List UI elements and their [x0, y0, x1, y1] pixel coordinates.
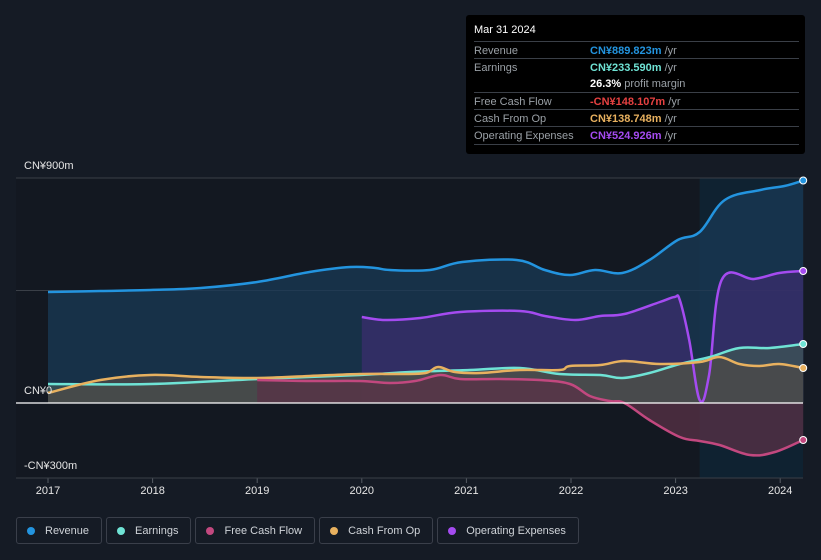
tooltip-label: Free Cash Flow	[474, 96, 552, 108]
end-marker-earnings	[799, 340, 808, 348]
y-tick-label-900m: CN¥900m	[24, 160, 74, 172]
unit-text: /yr	[661, 130, 677, 142]
tooltip-row-revenue: Revenue CN¥889.823m /yr	[474, 41, 799, 59]
cash-from-op-dot-icon	[330, 526, 339, 535]
tooltip-value: -CN¥148.107m /yr	[590, 96, 681, 108]
tooltip-value: CN¥524.926m /yr	[590, 130, 677, 142]
tooltip-date: Mar 31 2024	[474, 24, 536, 36]
tooltip-row-free-cash-flow: Free Cash Flow -CN¥148.107m /yr	[474, 92, 799, 110]
y-tick-label-0: CN¥0	[24, 385, 53, 397]
value-text: 26.3%	[590, 78, 622, 90]
unit-text: /yr	[665, 96, 681, 108]
tooltip-panel: Mar 31 2024 Revenue CN¥889.823m /yr Earn…	[466, 15, 805, 154]
x-tick-label-2022: 2022	[558, 485, 584, 497]
revenue-dot-icon	[27, 526, 35, 535]
end-marker-revenue	[799, 176, 808, 185]
tooltip-row-earnings: Earnings CN¥233.590m /yr	[474, 58, 799, 76]
unit-text: /yr	[661, 113, 677, 125]
value-text: CN¥889.823m	[590, 45, 662, 57]
x-tick-label-2024: 2024	[767, 485, 793, 497]
tooltip-value: CN¥233.590m /yr	[590, 62, 677, 74]
value-text: CN¥233.590m	[590, 62, 662, 74]
x-tick-label-2020: 2020	[349, 485, 375, 497]
tooltip-label: Earnings	[474, 62, 518, 74]
y-tick-label-neg300m: -CN¥300m	[24, 460, 78, 472]
chart-legend: Revenue Earnings Free Cash Flow Cash Fro…	[16, 517, 579, 544]
free-cash-flow-dot-icon	[206, 526, 215, 535]
legend-label: Cash From Op	[348, 524, 421, 537]
end-marker-cash-from-op	[799, 364, 808, 372]
x-tick-label-2023: 2023	[663, 485, 688, 497]
unit-text: /yr	[661, 45, 677, 57]
tooltip-label: Operating Expenses	[474, 130, 574, 142]
legend-item-free-cash-flow[interactable]: Free Cash Flow	[195, 517, 316, 544]
tooltip-row-cash-from-op: Cash From Op CN¥138.748m /yr	[474, 109, 799, 127]
end-marker-free-cash-flow	[799, 436, 808, 444]
legend-label: Operating Expenses	[466, 524, 566, 537]
value-text: -CN¥148.107m	[590, 96, 666, 108]
tooltip-label: Revenue	[474, 45, 519, 57]
value-text: CN¥524.926m	[590, 130, 662, 142]
x-tick-label-2017: 2017	[35, 485, 61, 497]
tooltip-row-profit-margin: 26.3% profit margin	[474, 75, 799, 92]
legend-item-revenue[interactable]: Revenue	[16, 517, 103, 544]
unit-text: /yr	[661, 62, 677, 74]
tooltip-value: 26.3% profit margin	[590, 78, 685, 90]
unit-text: profit margin	[621, 78, 686, 90]
x-tick-marks	[16, 477, 803, 483]
tooltip-value: CN¥138.748m /yr	[590, 113, 677, 125]
x-tick-label-2021: 2021	[454, 485, 479, 497]
legend-label: Revenue	[45, 524, 90, 537]
legend-item-cash-from-op[interactable]: Cash From Op	[319, 517, 434, 544]
legend-item-earnings[interactable]: Earnings	[106, 517, 192, 544]
tooltip-label: Cash From Op	[474, 113, 547, 125]
legend-label: Earnings	[135, 524, 179, 537]
earnings-dot-icon	[117, 526, 126, 535]
end-marker-operating-expenses	[799, 267, 808, 275]
x-tick-label-2019: 2019	[244, 485, 270, 497]
x-tick-label-2018: 2018	[140, 485, 165, 497]
legend-item-operating-expenses[interactable]: Operating Expenses	[437, 517, 579, 544]
tooltip-value: CN¥889.823m /yr	[590, 45, 677, 57]
operating-expenses-dot-icon	[448, 526, 457, 535]
tooltip-row-operating-expenses: Operating Expenses CN¥524.926m /yr	[474, 126, 799, 145]
value-text: CN¥138.748m	[590, 113, 662, 125]
legend-label: Free Cash Flow	[224, 524, 303, 537]
